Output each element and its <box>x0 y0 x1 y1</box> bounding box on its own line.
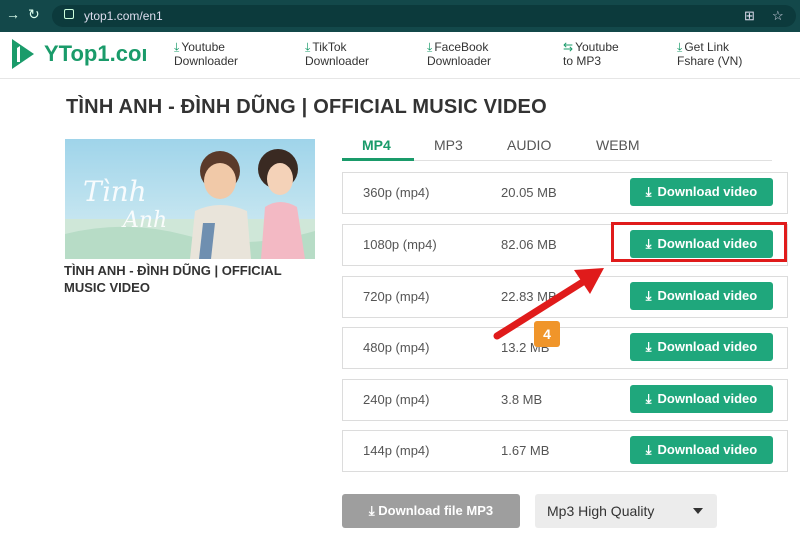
file-size: 1.67 MB <box>501 443 550 458</box>
reload-icon[interactable]: ↻ <box>28 6 40 23</box>
selected-quality: Mp3 High Quality <box>547 503 655 519</box>
table-row: 360p (mp4) 20.05 MB ⤓ Download video <box>342 172 788 214</box>
download-icon: ⤓ <box>427 40 433 54</box>
svg-text:Anh: Anh <box>121 208 167 233</box>
quality-label: 360p (mp4) <box>363 185 430 200</box>
active-tab-indicator <box>342 158 414 161</box>
file-size: 3.8 MB <box>501 392 543 407</box>
tab-webm[interactable]: WEBM <box>596 137 640 153</box>
download-video-button[interactable]: ⤓ Download video <box>630 333 773 361</box>
video-thumbnail: Tình Anh <box>65 139 315 259</box>
chevron-down-icon <box>693 508 703 514</box>
nav-get-link-fshare[interactable]: ⤓ Get Link Fshare (VN) <box>677 40 742 68</box>
nav-tiktok-downloader[interactable]: ⤓ TikTok Downloader <box>305 40 369 68</box>
tab-audio[interactable]: AUDIO <box>507 137 551 153</box>
file-size: 20.05 MB <box>501 185 557 200</box>
site-header: YTop1.coı ⤓ Youtube Downloader ⤓ TikTok Do… <box>0 32 800 79</box>
download-icon: ⤓ <box>368 503 379 518</box>
browser-toolbar: → ↻ ytop1.com/en1 ⊞ ☆ <box>0 0 800 32</box>
nav-youtube-downloader[interactable]: ⤓ Youtube Downloader <box>174 40 238 68</box>
quality-label: 720p (mp4) <box>363 289 430 304</box>
file-size: 22.83 MB <box>501 289 557 304</box>
address-bar[interactable] <box>52 5 796 27</box>
step-badge: 4 <box>534 321 560 347</box>
download-mp3-button[interactable]: ⤓ Download file MP3 <box>342 494 520 528</box>
download-icon: ⤓ <box>645 288 652 303</box>
svg-text:Tình: Tình <box>83 175 147 208</box>
table-row: 480p (mp4) 13.2 MB ⤓ Download video <box>342 327 788 369</box>
file-size: 82.06 MB <box>501 237 557 252</box>
highlight-box <box>611 222 787 262</box>
download-icon: ⤓ <box>677 40 683 54</box>
table-row: 144p (mp4) 1.67 MB ⤓ Download video <box>342 430 788 472</box>
download-video-button[interactable]: ⤓ Download video <box>630 436 773 464</box>
logo-icon[interactable] <box>10 37 36 71</box>
table-row: 720p (mp4) 22.83 MB ⤓ Download video <box>342 276 788 318</box>
translate-icon[interactable]: ⊞ <box>744 8 755 24</box>
download-video-button[interactable]: ⤓ Download video <box>630 178 773 206</box>
download-video-button[interactable]: ⤓ Download video <box>630 282 773 310</box>
table-row: 240p (mp4) 3.8 MB ⤓ Download video <box>342 379 788 421</box>
url-text[interactable]: ytop1.com/en1 <box>84 9 163 23</box>
forward-icon[interactable]: → <box>6 6 20 22</box>
download-icon: ⤓ <box>645 339 652 354</box>
thumbnail-caption: TÌNH ANH - ĐÌNH DŨNG | OFFICIAL MUSIC VI… <box>64 263 282 295</box>
quality-label: 144p (mp4) <box>363 443 430 458</box>
nav-youtube-to-mp3[interactable]: ⇆ Youtube to MP3 <box>563 40 619 68</box>
download-video-button[interactable]: ⤓ Download video <box>630 385 773 413</box>
logo-text[interactable]: YTop1.coı <box>44 41 148 67</box>
tab-mp4[interactable]: MP4 <box>362 137 391 153</box>
nav-facebook-downloader[interactable]: ⤓ FaceBook Downloader <box>427 40 491 68</box>
convert-icon: ⇆ <box>563 40 574 54</box>
page-title: TÌNH ANH - ĐÌNH DŨNG | OFFICIAL MUSIC VI… <box>66 96 547 118</box>
download-icon: ⤓ <box>305 40 311 54</box>
quality-label: 480p (mp4) <box>363 340 430 355</box>
tab-mp3[interactable]: MP3 <box>434 137 463 153</box>
bookmark-star-icon[interactable]: ☆ <box>772 8 784 24</box>
lock-icon <box>64 9 74 19</box>
download-icon: ⤓ <box>174 40 180 54</box>
download-icon: ⤓ <box>645 391 652 406</box>
download-icon: ⤓ <box>645 184 652 199</box>
mp3-quality-select[interactable]: Mp3 High Quality <box>535 494 717 528</box>
download-icon: ⤓ <box>645 442 652 457</box>
quality-label: 240p (mp4) <box>363 392 430 407</box>
quality-label: 1080p (mp4) <box>363 237 437 252</box>
